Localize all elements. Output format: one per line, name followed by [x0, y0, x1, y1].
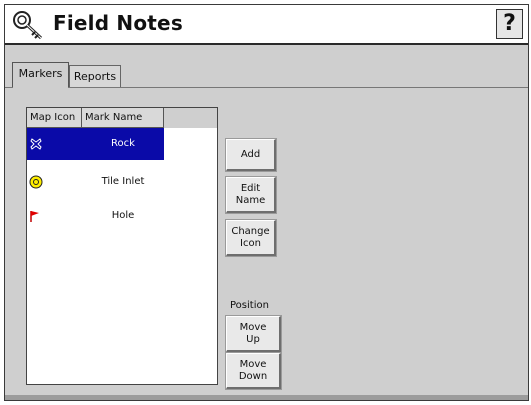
move-up-button[interactable]: Move Up — [225, 315, 282, 353]
list-item[interactable]: Hole — [27, 200, 164, 232]
column-header-map-icon[interactable]: Map Icon — [27, 108, 82, 128]
rock-marker-icon — [30, 138, 42, 150]
tab-markers[interactable]: Markers — [12, 62, 69, 87]
move-down-button[interactable]: Move Down — [225, 352, 282, 390]
list-item[interactable]: Tile Inlet — [27, 166, 164, 198]
help-button[interactable]: ? — [496, 9, 523, 39]
mark-name: Hole — [111, 210, 135, 221]
bottom-border — [5, 395, 528, 400]
column-header-mark-name[interactable]: Mark Name — [82, 108, 164, 128]
red-flag-marker-icon — [30, 211, 39, 222]
add-button[interactable]: Add — [225, 138, 277, 172]
list-header: Map Icon Mark Name — [27, 108, 217, 128]
field-notes-window: Field Notes ? Reports Markers Map Icon M… — [4, 4, 529, 401]
key-icon — [13, 11, 43, 40]
position-label: Position — [230, 300, 269, 311]
mark-name: Tile Inlet — [101, 176, 145, 187]
tab-divider — [5, 87, 528, 88]
yellow-circle-marker-icon — [29, 175, 43, 189]
mark-name: Rock — [111, 138, 135, 149]
edit-name-button[interactable]: Edit Name — [225, 176, 277, 214]
page-title: Field Notes — [53, 11, 183, 35]
markers-list[interactable]: Map Icon Mark Name Rock Tile Inlet Hole — [26, 107, 218, 385]
list-item[interactable]: Rock — [27, 128, 164, 160]
title-bar: Field Notes ? — [5, 5, 528, 45]
change-icon-button[interactable]: Change Icon — [225, 219, 277, 257]
tab-reports[interactable]: Reports — [69, 65, 121, 87]
